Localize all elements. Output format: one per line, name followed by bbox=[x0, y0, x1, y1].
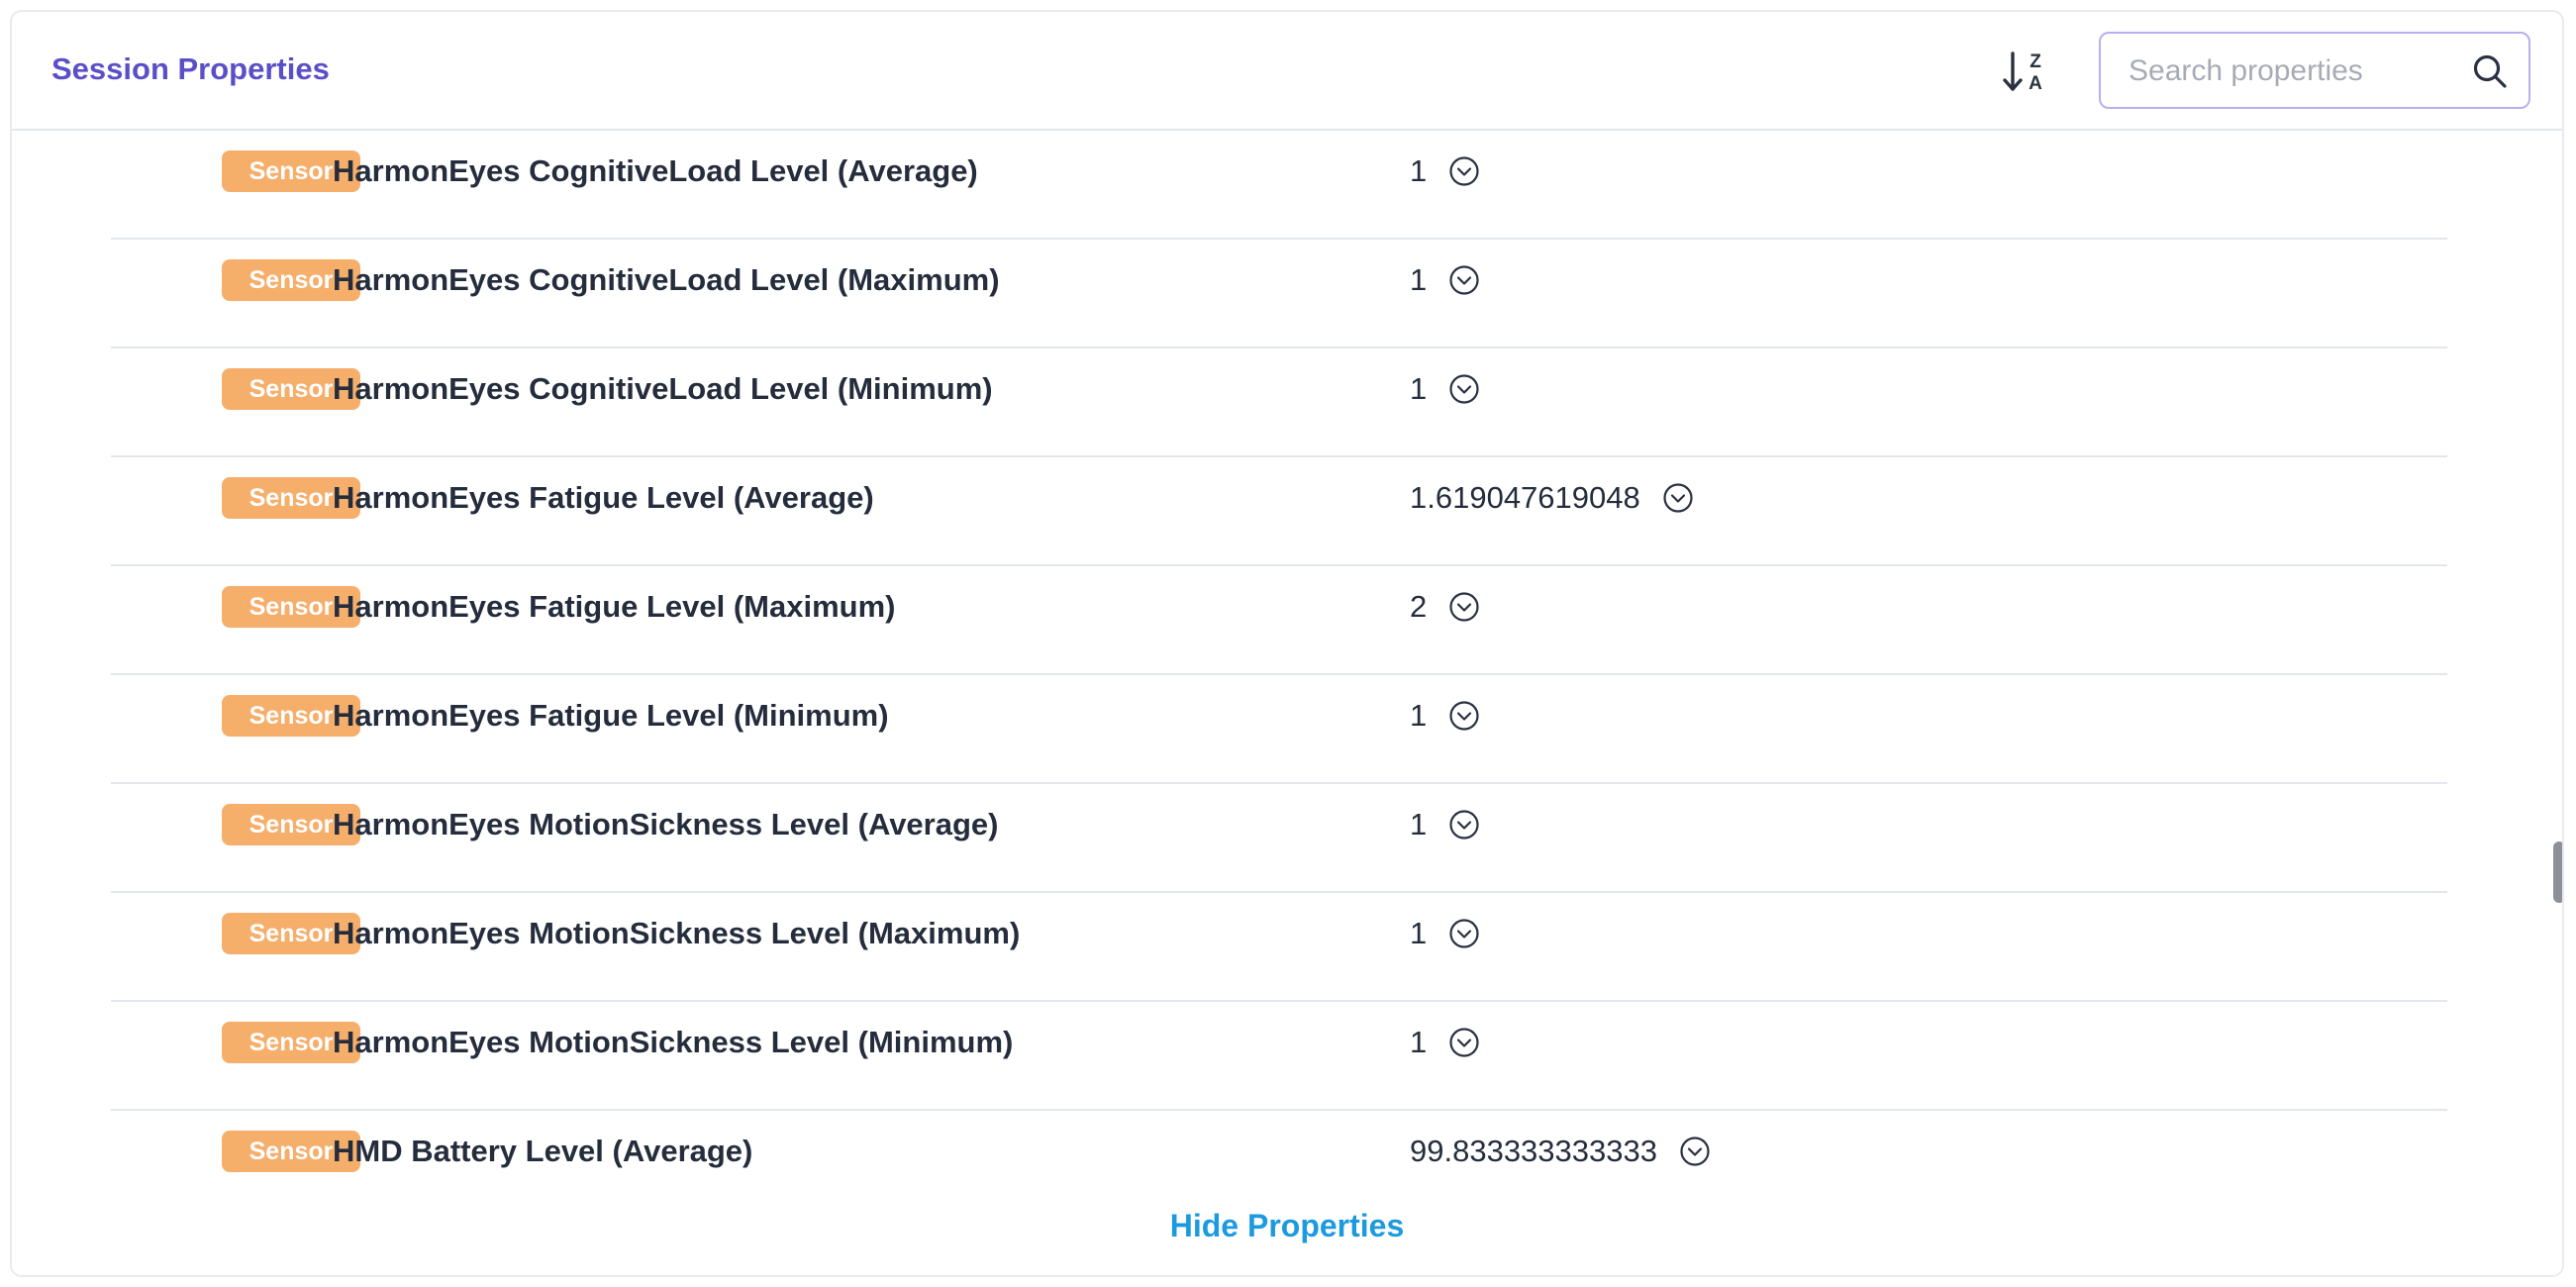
property-name: HarmonEyes MotionSickness Level (Average… bbox=[333, 807, 999, 842]
property-value: 1 bbox=[1410, 371, 1428, 406]
svg-text:A: A bbox=[2029, 73, 2042, 94]
sort-z-a-icon: Z A bbox=[2003, 51, 2042, 94]
property-value: 1 bbox=[1410, 1025, 1428, 1059]
hide-properties-link[interactable]: Hide Properties bbox=[12, 1208, 2562, 1244]
chevron-down-circle-icon[interactable] bbox=[1448, 700, 1480, 732]
property-value-cell: 1 bbox=[1410, 370, 1480, 407]
property-name: HarmonEyes CognitiveLoad Level (Maximum) bbox=[333, 262, 1000, 297]
property-name: HarmonEyes CognitiveLoad Level (Average) bbox=[333, 153, 978, 188]
property-value-cell: 99.833333333333 bbox=[1410, 1133, 1711, 1169]
panel-footer: Hide Properties bbox=[12, 1178, 2562, 1275]
property-value: 1 bbox=[1410, 698, 1428, 733]
property-name: HarmonEyes Fatigue Level (Minimum) bbox=[333, 698, 889, 733]
table-row: Sensor HarmonEyes CognitiveLoad Level (M… bbox=[111, 240, 2447, 348]
table-row: Sensor HarmonEyes Fatigue Level (Maximum… bbox=[111, 566, 2447, 675]
chevron-down-circle-icon[interactable] bbox=[1448, 918, 1480, 949]
property-value-cell: 1 bbox=[1410, 152, 1480, 189]
session-properties-panel: Session Properties Z A Sensor HarmonEyes… bbox=[10, 10, 2564, 1277]
property-list[interactable]: Sensor HarmonEyes CognitiveLoad Level (A… bbox=[12, 131, 2562, 1178]
chevron-down-circle-icon[interactable] bbox=[1448, 373, 1480, 405]
property-name: HMD Battery Level (Average) bbox=[333, 1134, 753, 1168]
property-value: 1 bbox=[1410, 807, 1428, 842]
chevron-down-circle-icon[interactable] bbox=[1662, 482, 1694, 514]
property-name: HarmonEyes Fatigue Level (Average) bbox=[333, 480, 874, 515]
property-value-cell: 1 bbox=[1410, 1024, 1480, 1060]
panel-header: Session Properties Z A bbox=[12, 12, 2562, 131]
property-value: 2 bbox=[1410, 589, 1428, 624]
property-value-cell: 1 bbox=[1410, 697, 1480, 734]
table-row: Sensor HarmonEyes MotionSickness Level (… bbox=[111, 784, 2447, 893]
property-value-cell: 1.619047619048 bbox=[1410, 479, 1694, 516]
svg-text:Z: Z bbox=[2030, 51, 2041, 72]
property-value: 1 bbox=[1410, 153, 1428, 188]
search-input[interactable] bbox=[2127, 48, 2457, 95]
table-row: Sensor HarmonEyes CognitiveLoad Level (M… bbox=[111, 348, 2447, 457]
page-title: Session Properties bbox=[51, 51, 330, 86]
chevron-down-circle-icon[interactable] bbox=[1448, 155, 1480, 187]
chevron-down-circle-icon[interactable] bbox=[1679, 1136, 1711, 1167]
chevron-down-circle-icon[interactable] bbox=[1448, 264, 1480, 296]
sort-button[interactable]: Z A bbox=[1996, 42, 2055, 101]
property-value: 1 bbox=[1410, 262, 1428, 297]
chevron-down-circle-icon[interactable] bbox=[1448, 1027, 1480, 1058]
table-row: Sensor HarmonEyes MotionSickness Level (… bbox=[111, 893, 2447, 1002]
property-value-cell: 1 bbox=[1410, 806, 1480, 842]
chevron-down-circle-icon[interactable] bbox=[1448, 809, 1480, 841]
property-value-cell: 1 bbox=[1410, 915, 1480, 951]
search-box bbox=[2099, 32, 2530, 109]
table-row: Sensor HarmonEyes Fatigue Level (Minimum… bbox=[111, 675, 2447, 784]
property-name: HarmonEyes MotionSickness Level (Maximum… bbox=[333, 916, 1021, 950]
table-row: Sensor HMD Battery Level (Average) 99.83… bbox=[111, 1111, 2447, 1178]
chevron-down-circle-icon[interactable] bbox=[1448, 591, 1480, 623]
property-value-cell: 1 bbox=[1410, 261, 1480, 298]
table-row: Sensor HarmonEyes Fatigue Level (Average… bbox=[111, 457, 2447, 566]
scrollbar-thumb[interactable] bbox=[2553, 842, 2562, 903]
table-row: Sensor HarmonEyes CognitiveLoad Level (A… bbox=[111, 131, 2447, 240]
property-value: 99.833333333333 bbox=[1410, 1134, 1657, 1168]
property-name: HarmonEyes MotionSickness Level (Minimum… bbox=[333, 1025, 1014, 1059]
table-row: Sensor HarmonEyes MotionSickness Level (… bbox=[111, 1002, 2447, 1111]
property-value-cell: 2 bbox=[1410, 588, 1480, 625]
property-name: HarmonEyes Fatigue Level (Maximum) bbox=[333, 589, 896, 624]
search-icon[interactable] bbox=[2471, 52, 2509, 90]
property-name: HarmonEyes CognitiveLoad Level (Minimum) bbox=[333, 371, 993, 406]
property-value: 1 bbox=[1410, 916, 1428, 950]
property-value: 1.619047619048 bbox=[1410, 480, 1640, 515]
